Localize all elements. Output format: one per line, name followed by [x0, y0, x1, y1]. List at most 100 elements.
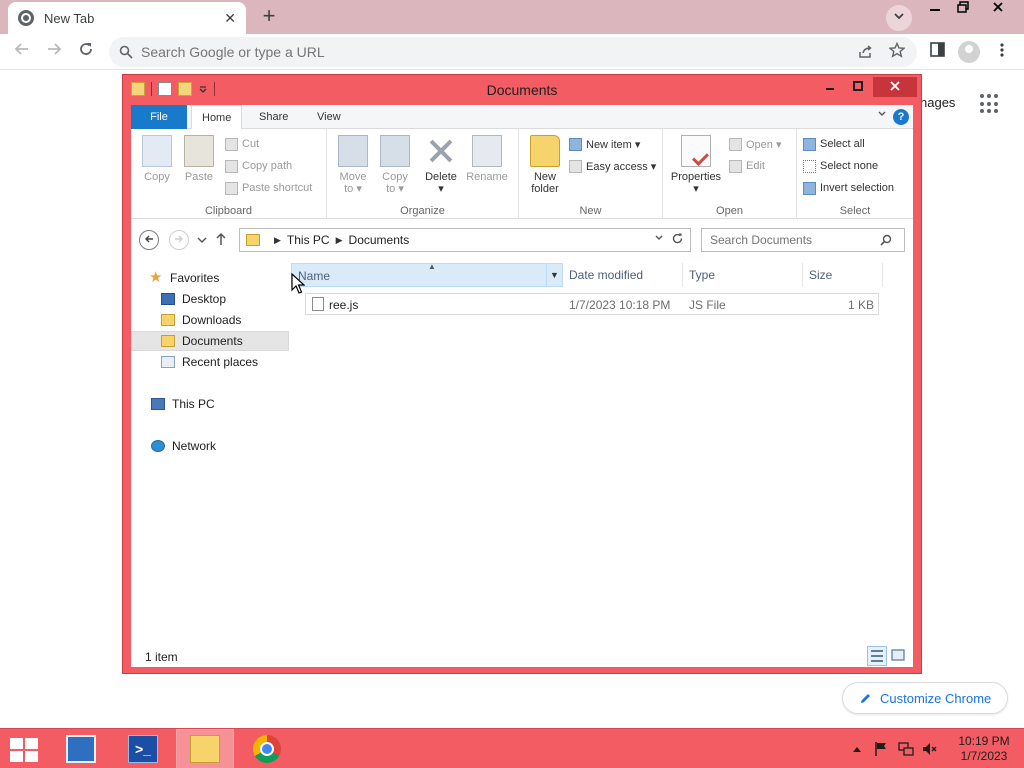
- search-box[interactable]: [701, 228, 905, 252]
- nav-this-pc[interactable]: This PC: [131, 394, 289, 414]
- ribbon-collapse-icon[interactable]: [877, 109, 887, 119]
- back-button[interactable]: [10, 40, 34, 64]
- profile-avatar[interactable]: [958, 41, 980, 63]
- taskbar-server-manager[interactable]: [52, 729, 110, 768]
- explorer-titlebar[interactable]: Documents: [123, 75, 921, 105]
- maximize-icon: [853, 81, 863, 91]
- restore-window-button[interactable]: [949, 0, 977, 20]
- column-header-size[interactable]: Size: [803, 263, 883, 287]
- paste-shortcut-button[interactable]: Paste shortcut: [225, 179, 312, 197]
- tab-view[interactable]: View: [307, 105, 351, 129]
- properties-button[interactable]: Properties ▾: [667, 133, 725, 195]
- nav-label: Recent places: [182, 355, 259, 369]
- show-hidden-icons-icon[interactable]: [852, 745, 862, 753]
- bookmark-star-icon[interactable]: [889, 42, 905, 58]
- taskbar-chrome[interactable]: [238, 729, 296, 768]
- network-status-icon[interactable]: [898, 741, 914, 757]
- nav-desktop[interactable]: Desktop: [131, 289, 289, 309]
- select-none-button[interactable]: Select none: [803, 157, 878, 175]
- reload-button[interactable]: [74, 40, 98, 64]
- nav-documents[interactable]: Documents: [131, 331, 289, 351]
- address-bar[interactable]: ▶ This PC ▶ Documents: [239, 228, 691, 252]
- copy-button[interactable]: Copy: [137, 133, 177, 183]
- search-documents-input[interactable]: [710, 233, 880, 247]
- column-header-date-modified[interactable]: Date modified: [563, 263, 683, 287]
- edit-button[interactable]: Edit: [729, 157, 765, 175]
- kebab-menu-icon[interactable]: [996, 42, 1008, 58]
- side-panel-icon[interactable]: [930, 42, 945, 57]
- tab-close-icon[interactable]: ✕: [224, 10, 236, 27]
- invert-selection-button[interactable]: Invert selection: [803, 179, 894, 197]
- select-group-label: Select: [839, 205, 871, 217]
- large-icons-view-button[interactable]: [889, 646, 909, 666]
- column-header-name[interactable]: ▲ Name ▼: [291, 262, 563, 287]
- tab-file[interactable]: File: [131, 105, 187, 129]
- paste-shortcut-label: Paste shortcut: [242, 182, 313, 194]
- forward-button[interactable]: [42, 40, 66, 64]
- google-images-link[interactable]: nages: [920, 95, 955, 110]
- status-bar: 1 item: [131, 641, 913, 667]
- pencil-icon: [861, 693, 870, 703]
- close-window-button[interactable]: [984, 0, 1012, 20]
- customize-chrome-button[interactable]: Customize Chrome: [842, 682, 1009, 714]
- open-button[interactable]: Open ▾: [729, 135, 782, 153]
- copy-path-button[interactable]: Copy path: [225, 157, 292, 175]
- paste-button[interactable]: Paste: [179, 133, 219, 183]
- recent-locations-icon[interactable]: [197, 236, 207, 244]
- minimize-window-button[interactable]: [921, 0, 949, 20]
- breadcrumb-arrow-icon[interactable]: ▶: [336, 235, 343, 246]
- explorer-back-button[interactable]: [139, 230, 159, 250]
- search-icon[interactable]: [880, 234, 892, 246]
- tab-home[interactable]: Home: [191, 105, 243, 130]
- column-header-label: Date modified: [569, 268, 644, 282]
- nav-favorites[interactable]: ★ Favorites: [131, 268, 289, 288]
- file-explorer-window: Documents File Home Share View ? Copy Pa…: [122, 74, 922, 674]
- select-all-button[interactable]: Select all: [803, 135, 865, 153]
- breadcrumb-this-pc[interactable]: This PC: [287, 233, 330, 247]
- column-header-type[interactable]: Type: [683, 263, 803, 287]
- nav-recent-places[interactable]: Recent places: [131, 352, 289, 372]
- nav-network[interactable]: Network: [131, 436, 289, 456]
- ribbon-tab-strip: File Home Share View ?: [131, 105, 913, 130]
- details-view-button[interactable]: [867, 646, 887, 666]
- explorer-maximize-button[interactable]: [845, 77, 871, 97]
- start-button[interactable]: [10, 737, 40, 763]
- cut-button[interactable]: Cut: [225, 135, 259, 153]
- explorer-minimize-button[interactable]: [817, 77, 843, 97]
- easy-access-button[interactable]: Easy access ▾: [569, 157, 656, 175]
- breadcrumb-documents[interactable]: Documents: [349, 233, 410, 247]
- downloads-folder-icon: [161, 314, 175, 326]
- google-apps-icon[interactable]: [980, 94, 1000, 114]
- explorer-forward-button[interactable]: [169, 230, 189, 250]
- column-filter-dropdown-icon[interactable]: ▼: [546, 264, 562, 286]
- taskbar-file-explorer[interactable]: [176, 729, 234, 768]
- rename-button[interactable]: Rename: [463, 133, 511, 183]
- refresh-icon[interactable]: [671, 232, 684, 245]
- tab-share[interactable]: Share: [249, 105, 298, 129]
- copy-to-button[interactable]: Copy to ▾: [375, 133, 415, 195]
- new-folder-button[interactable]: New folder: [525, 133, 565, 195]
- help-icon[interactable]: ?: [893, 109, 909, 125]
- action-center-flag-icon[interactable]: [874, 741, 888, 757]
- volume-muted-icon[interactable]: [922, 741, 938, 757]
- new-item-button[interactable]: New item ▾: [569, 135, 640, 153]
- explorer-close-button[interactable]: [873, 77, 917, 97]
- move-to-label-2: to ▾: [344, 183, 362, 195]
- share-icon[interactable]: [858, 44, 873, 59]
- address-dropdown-icon[interactable]: [654, 233, 664, 243]
- system-clock[interactable]: 10:19 PM 1/7/2023: [952, 734, 1016, 764]
- taskbar-powershell[interactable]: >_: [114, 729, 172, 768]
- tab-search-button[interactable]: [886, 5, 912, 31]
- copy-path-icon: [225, 159, 238, 173]
- delete-button[interactable]: Delete ▾: [421, 133, 461, 195]
- taskbar: >_ 10:19 PM 1/7/2023: [0, 728, 1024, 768]
- breadcrumb-arrow-icon[interactable]: ▶: [274, 235, 281, 246]
- browser-tab-new-tab[interactable]: New Tab ✕: [8, 2, 246, 34]
- nav-downloads[interactable]: Downloads: [131, 310, 289, 330]
- up-folder-icon[interactable]: [215, 232, 227, 246]
- omnibox[interactable]: [109, 37, 917, 67]
- new-tab-button[interactable]: +: [255, 5, 283, 29]
- omnibox-input[interactable]: [141, 44, 741, 60]
- file-row[interactable]: ree.js 1/7/2023 10:18 PM JS File 1 KB: [305, 293, 879, 315]
- move-to-button[interactable]: Move to ▾: [333, 133, 373, 195]
